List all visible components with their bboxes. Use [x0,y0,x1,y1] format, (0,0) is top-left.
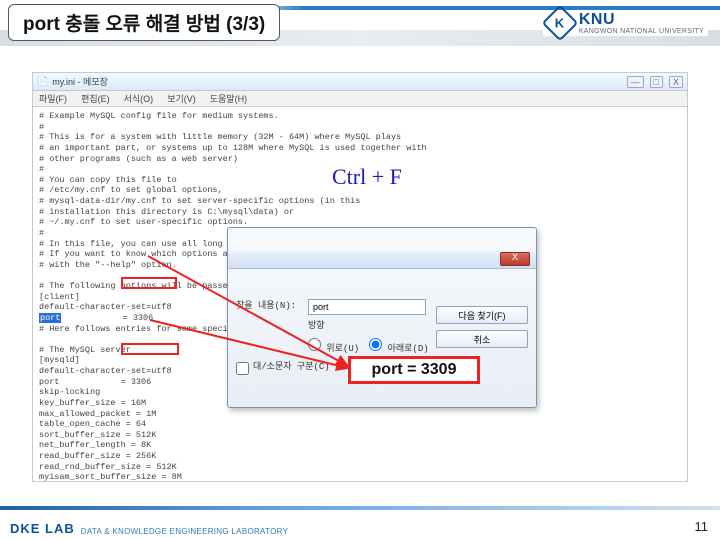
menu-help[interactable]: 도움말(H) [210,92,247,105]
window-minimize-button[interactable]: — [627,76,644,88]
find-dir-down[interactable]: 아래로(D) [369,338,428,355]
find-direction-label: 방향 [308,321,428,332]
window-maximize-button[interactable]: □ [650,76,663,88]
find-what-label: 찾을 내용(N): [236,301,300,312]
knu-emblem-icon: K [541,5,578,42]
app-icon: 📄 [37,76,48,87]
find-dir-up[interactable]: 위로(U) [308,338,359,355]
app-window-title: my.ini - 메모장 [52,75,108,88]
menu-edit[interactable]: 편집(E) [81,92,110,105]
menu-view[interactable]: 보기(V) [167,92,196,105]
footer-lab-title: DKE LAB [10,521,75,536]
knu-logo: K KNU KANGWON NATIONAL UNIVERSITY [543,10,708,36]
highlighted-port: port [39,313,61,323]
slide-title: port 충돌 오류 해결 방법 (3/3) [8,4,280,41]
window-close-button[interactable]: X [669,76,683,88]
footer-stripe [0,506,720,510]
annotation-ctrl-f: Ctrl + F [332,164,402,190]
find-dialog-titlebar: X [228,251,536,269]
logo-text-big: KNU [579,12,704,28]
find-close-button[interactable]: X [500,252,530,266]
annotation-port-3309: port = 3309 [348,356,480,384]
find-next-button[interactable]: 다음 찾기(F) [436,306,528,324]
notepad-screenshot: 📄 my.ini - 메모장 — □ X 파일(F) 편집(E) 서식(O) 보… [32,72,688,482]
menu-file[interactable]: 파일(F) [39,92,67,105]
editor-port-line: = 3306 [61,313,153,323]
logo-text-small: KANGWON NATIONAL UNIVERSITY [579,28,704,35]
page-number: 11 [695,519,709,534]
app-titlebar: 📄 my.ini - 메모장 — □ X [33,73,687,91]
find-what-input[interactable] [308,299,426,315]
menu-format[interactable]: 서식(O) [124,92,154,105]
menu-bar: 파일(F) 편집(E) 서식(O) 보기(V) 도움말(H) [33,91,687,107]
footer-lab-subtitle: DATA & KNOWLEDGE ENGINEERING LABORATORY [81,527,288,536]
find-cancel-button[interactable]: 취소 [436,330,528,348]
slide-footer: DKE LAB DATA & KNOWLEDGE ENGINEERING LAB… [0,506,720,540]
